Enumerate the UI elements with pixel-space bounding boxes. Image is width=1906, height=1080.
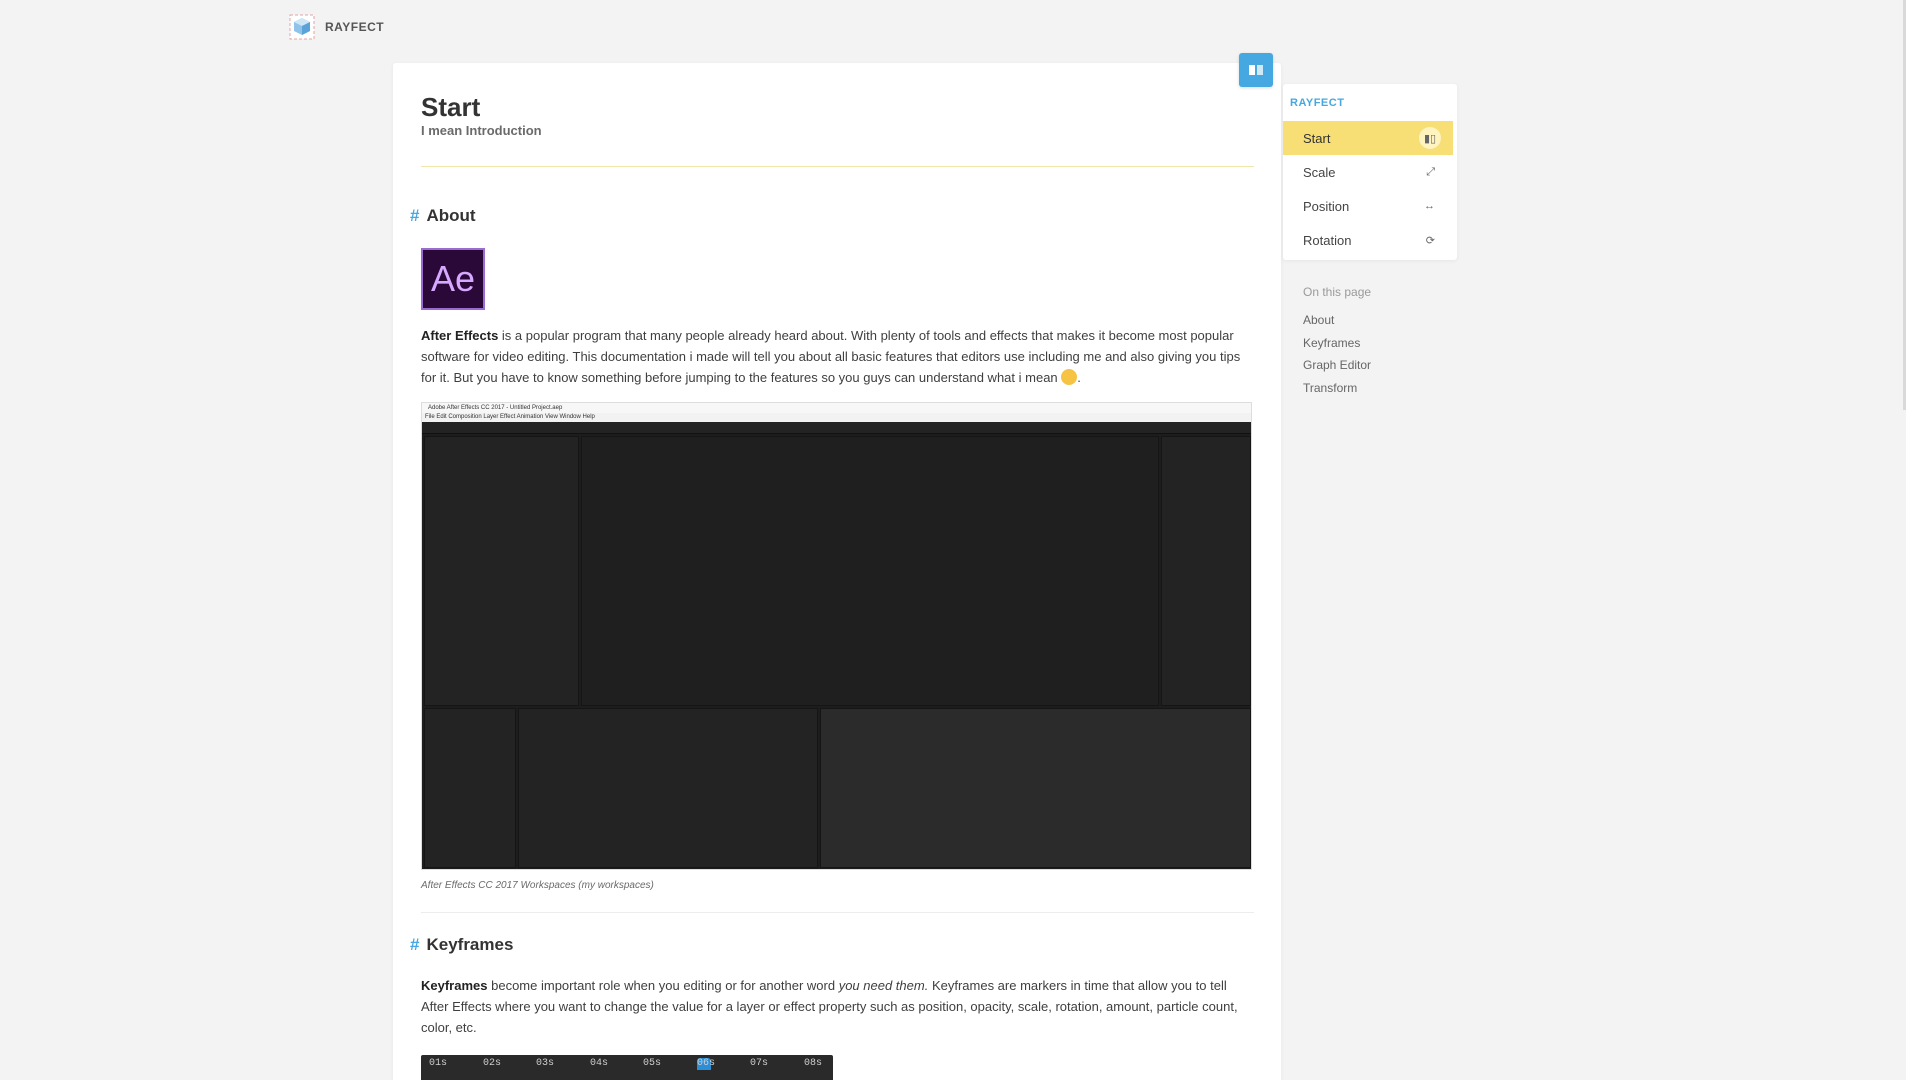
book-icon: ▮▯ [1419, 127, 1441, 149]
toc-link-about[interactable]: About [1303, 313, 1334, 327]
screenshot-window-title: Adobe After Effects CC 2017 - Untitled P… [422, 403, 1251, 413]
resize-icon: ⤢ [1426, 165, 1435, 178]
ruler-tick: 04s [590, 1058, 609, 1069]
timeline-ruler: 01s 02s 03s 04s 05s 06s 07s 08s [421, 1055, 833, 1080]
bold-term: After Effects [421, 328, 499, 343]
brand-name: RAYFECT [325, 20, 385, 34]
ruler-tick: 01s [429, 1058, 448, 1069]
after-effects-screenshot: Adobe After Effects CC 2017 - Untitled P… [421, 402, 1252, 870]
ruler-tick: 03s [536, 1058, 555, 1069]
book-icon [1249, 65, 1263, 75]
nav-item-position[interactable]: Position ↔ [1283, 189, 1453, 223]
after-effects-logo: Ae [421, 248, 485, 310]
nav-item-label: Scale [1303, 164, 1336, 180]
nav-item-rotation[interactable]: Rotation ⟳ [1283, 223, 1453, 257]
section-divider [421, 912, 1254, 913]
toc-heading: On this page [1303, 285, 1372, 299]
screenshot-workspace [422, 434, 1251, 869]
anchor-link[interactable]: # [410, 935, 419, 955]
cube-logo-icon [289, 14, 315, 40]
anchor-link[interactable]: # [410, 206, 419, 226]
project-panel [424, 436, 579, 706]
composition-panel [581, 436, 1159, 706]
section-heading-about: # About [410, 206, 476, 226]
toc-link-transform[interactable]: Transform [1303, 381, 1357, 395]
timeline-graph-panel [820, 708, 1251, 868]
nav-brand[interactable]: RAYFECT [1290, 97, 1344, 109]
page-subtitle: I mean Introduction [421, 123, 542, 138]
toc-link-keyframes[interactable]: Keyframes [1303, 336, 1360, 350]
arrows-horizontal-icon: ↔ [1424, 200, 1435, 212]
right-panels [1161, 436, 1251, 706]
toc-link-graph-editor[interactable]: Graph Editor [1303, 358, 1371, 372]
ruler-tick: 06s [697, 1058, 716, 1069]
sidebar-toggle-button[interactable] [1239, 53, 1273, 87]
brand[interactable]: RAYFECT [289, 14, 384, 40]
screenshot-menubar: File Edit Composition Layer Effect Anima… [422, 413, 1251, 422]
section-heading-keyframes: # Keyframes [410, 935, 513, 955]
ruler-tick: 08s [804, 1058, 823, 1069]
ruler-tick: 02s [483, 1058, 502, 1069]
screenshot-toolbar [422, 422, 1251, 434]
nav-item-scale[interactable]: Scale ⤢ [1283, 155, 1453, 189]
nav-item-label: Position [1303, 198, 1350, 214]
nav-item-label: Rotation [1303, 232, 1352, 248]
ruler-tick: 07s [750, 1058, 769, 1069]
screenshot-caption: After Effects CC 2017 Workspaces (my wor… [421, 880, 654, 891]
ruler-tick: 05s [643, 1058, 662, 1069]
keyframes-paragraph: Keyframes become important role when you… [421, 978, 1238, 1035]
bold-term: Keyframes [421, 978, 488, 993]
section-title: Keyframes [426, 935, 514, 954]
about-paragraph: After Effects is a popular program that … [421, 328, 1241, 385]
section-title: About [426, 206, 476, 225]
title-divider [421, 166, 1254, 167]
nav-item-label: Start [1303, 130, 1331, 146]
nav-item-start[interactable]: Start ▮▯ [1283, 121, 1453, 155]
page-title: Start [421, 92, 481, 122]
effects-presets-panel [424, 708, 516, 868]
rotate-icon: ⟳ [1425, 234, 1435, 247]
timeline-layers-panel [518, 708, 818, 868]
grin-emoji-icon [1061, 369, 1078, 385]
